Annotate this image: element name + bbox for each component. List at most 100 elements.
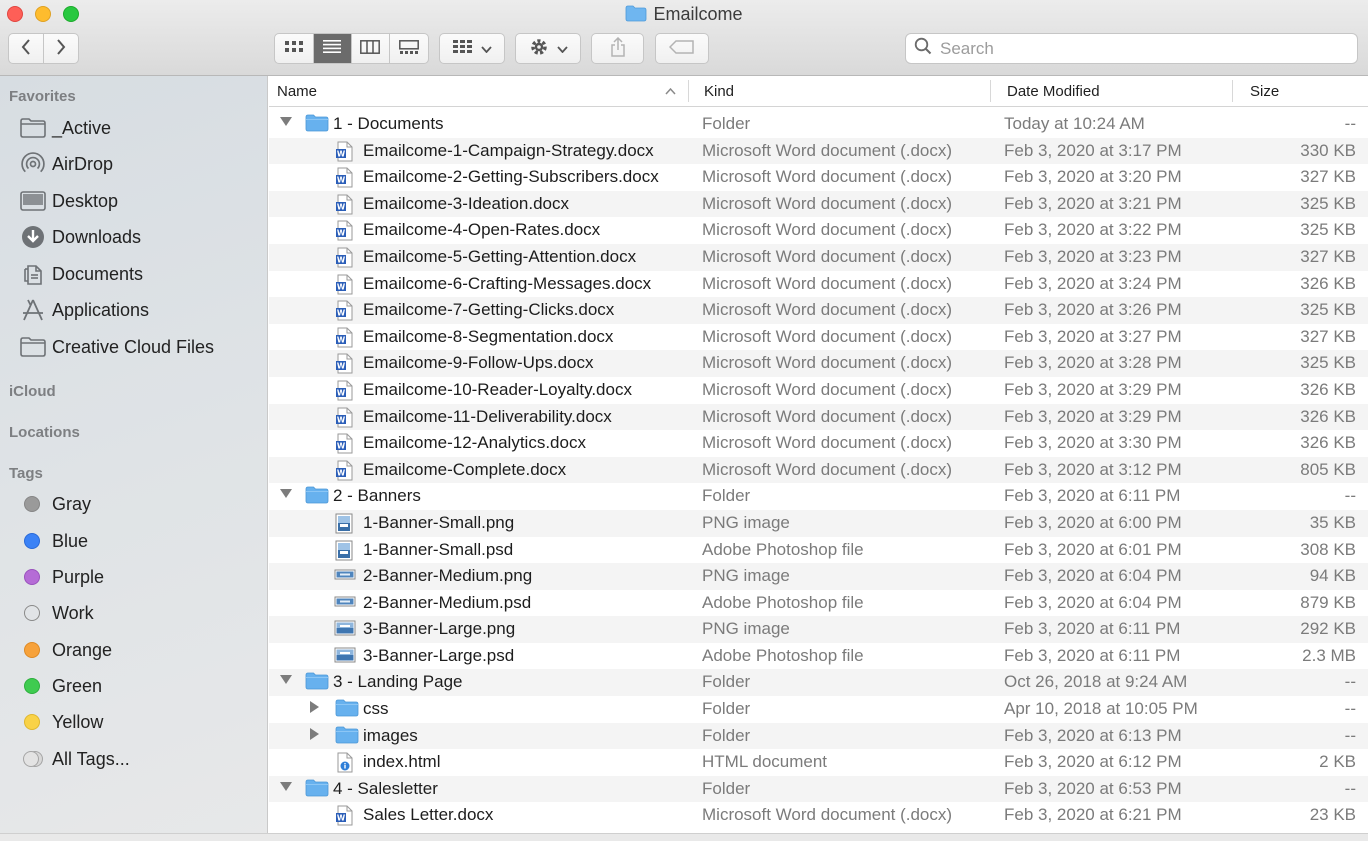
file-row[interactable]: W Emailcome-7-Getting-Clicks.docx Microsof… — [269, 297, 1368, 324]
sidebar-item-airdrop[interactable]: AirDrop — [20, 149, 113, 179]
file-row[interactable]: W Emailcome-9-Follow-Ups.docx Microsoft Wo… — [269, 350, 1368, 377]
sidebar-item-documents[interactable]: Documents — [20, 259, 143, 289]
file-row[interactable]: W Emailcome-1-Campaign-Strategy.docx Micro… — [269, 137, 1368, 165]
folder-row[interactable]: 2 - Banners Folder Feb 3, 2020 at 6:11 PM -… — [269, 483, 1368, 510]
folder-row[interactable]: css Folder Apr 10, 2018 at 10:05 PM -- — [269, 696, 1368, 723]
disclosure-triangle-closed-icon[interactable] — [310, 701, 320, 716]
file-row[interactable]: 2-Banner-Medium.png PNG image Feb 3, 2020 … — [269, 563, 1368, 590]
tag-label: Blue — [52, 530, 89, 551]
item-name: 1-Banner-Small.png — [363, 512, 515, 532]
item-date-modified: Feb 3, 2020 at 6:12 PM — [1004, 752, 1182, 772]
file-row[interactable]: index.html HTML document Feb 3, 2020 at 6:… — [269, 749, 1368, 776]
item-name: Emailcome-Complete.docx — [363, 459, 567, 479]
sidebar-heading-locations[interactable]: Locations — [9, 424, 80, 441]
tag-blue[interactable]: Blue — [20, 526, 88, 556]
file-row[interactable]: 1-Banner-Small.png PNG image Feb 3, 2020 a… — [269, 509, 1368, 537]
folder-row[interactable]: 3 - Landing Page Folder Oct 26, 2018 at 9:… — [269, 669, 1368, 697]
search-icon — [914, 37, 932, 60]
folder-row[interactable]: 4 - Salesletter Folder Feb 3, 2020 at 6:53… — [269, 775, 1368, 803]
icon-view-button[interactable] — [276, 34, 314, 63]
gallery-view-button[interactable] — [390, 34, 428, 63]
column-view-button[interactable] — [352, 34, 390, 63]
item-name: 2 - Banners — [333, 486, 421, 506]
forward-button[interactable] — [44, 34, 79, 63]
desktop-icon — [20, 190, 46, 212]
word-document-icon: W — [335, 300, 353, 326]
action-menu-button[interactable] — [515, 33, 581, 64]
disclosure-triangle-open-icon[interactable] — [280, 116, 292, 130]
edit-tags-button[interactable] — [655, 33, 709, 64]
tag-orange[interactable]: Orange — [20, 635, 112, 665]
file-row[interactable]: 2-Banner-Medium.psd Adobe Photoshop file F… — [269, 590, 1368, 617]
disclosure-triangle-open-icon[interactable] — [280, 674, 292, 688]
column-divider[interactable] — [1232, 80, 1233, 102]
file-row[interactable]: W Emailcome-5-Getting-Attention.docx Micro… — [269, 243, 1368, 271]
item-date-modified: Oct 26, 2018 at 9:24 AM — [1004, 672, 1188, 692]
file-row[interactable]: W Emailcome-Complete.docx Microsoft Word d… — [269, 456, 1368, 484]
file-row[interactable]: 3-Banner-Large.png PNG image Feb 3, 2020 a… — [269, 616, 1368, 643]
file-row[interactable]: W Emailcome-4-Open-Rates.docx Microsoft Wo… — [269, 217, 1368, 244]
tag-gray[interactable]: Gray — [20, 489, 91, 519]
tag-label: Gray — [52, 493, 92, 514]
item-name: 1-Banner-Small.psd — [363, 539, 514, 559]
list-view-button[interactable] — [313, 34, 352, 63]
column-name-header[interactable]: Name — [277, 83, 317, 100]
tag-green[interactable]: Green — [20, 671, 102, 701]
sidebar-item-desktop[interactable]: Desktop — [20, 186, 118, 216]
column-size-header[interactable]: Size — [1250, 83, 1279, 100]
column-date-modified-header[interactable]: Date Modified — [1007, 83, 1100, 100]
item-name: Emailcome-3-Ideation.docx — [363, 193, 569, 213]
tag-work[interactable]: Work — [20, 598, 94, 628]
sidebar-heading-tags[interactable]: Tags — [9, 465, 43, 482]
file-row[interactable]: W Emailcome-12-Analytics.docx Microsoft Wo… — [269, 430, 1368, 457]
disclosure-triangle-open-icon[interactable] — [280, 781, 292, 795]
share-button[interactable] — [591, 33, 644, 64]
item-size: 2 KB — [1319, 752, 1356, 772]
sidebar-item-label: Desktop — [52, 190, 119, 211]
file-row[interactable]: W Emailcome-11-Deliverability.docx Microso… — [269, 403, 1368, 431]
list-icon — [323, 40, 341, 57]
back-button[interactable] — [9, 34, 44, 63]
item-size: 326 KB — [1300, 406, 1356, 426]
tag-purple[interactable]: Purple — [20, 562, 104, 592]
work-tag-dot-icon — [24, 605, 40, 621]
sidebar-heading-icloud[interactable]: iCloud — [9, 383, 56, 400]
column-divider[interactable] — [688, 80, 689, 102]
disclosure-triangle-open-icon[interactable] — [280, 488, 292, 502]
sidebar-item-label: Downloads — [52, 226, 142, 247]
item-date-modified: Feb 3, 2020 at 3:26 PM — [1004, 300, 1182, 320]
folder-row[interactable]: 1 - Documents Folder Today at 10:24 AM -- — [269, 111, 1368, 138]
item-kind: Folder — [702, 672, 751, 692]
tag-all-tags[interactable]: All Tags... — [20, 744, 130, 774]
tag-yellow[interactable]: Yellow — [20, 707, 103, 737]
file-row[interactable]: W Emailcome-8-Segmentation.docx Microsoft … — [269, 324, 1368, 351]
file-row[interactable]: W Emailcome-2-Getting-Subscribers.docx Mic… — [269, 164, 1368, 191]
sidebar-item-applications[interactable]: Applications — [20, 295, 149, 325]
column-divider[interactable] — [990, 80, 991, 102]
file-row[interactable]: W Sales Letter.docx Microsoft Word documen… — [269, 802, 1368, 829]
column-kind-header[interactable]: Kind — [704, 83, 734, 100]
folder-row[interactable]: images Folder Feb 3, 2020 at 6:13 PM -- — [269, 722, 1368, 750]
sidebar-item-active[interactable]: _Active — [20, 113, 111, 143]
item-kind: Microsoft Word document (.docx) — [702, 459, 953, 479]
group-by-button[interactable] — [439, 33, 505, 64]
item-date-modified: Feb 3, 2020 at 3:12 PM — [1004, 459, 1182, 479]
file-row[interactable]: W Emailcome-3-Ideation.docx Microsoft Word… — [269, 190, 1368, 218]
item-date-modified: Feb 3, 2020 at 3:20 PM — [1004, 167, 1182, 187]
sidebar-item-downloads[interactable]: Downloads — [20, 222, 141, 252]
item-size: -- — [1344, 114, 1356, 133]
sidebar-item-creative-cloud-files[interactable]: Creative Cloud Files — [20, 332, 214, 362]
disclosure-triangle-closed-icon[interactable] — [310, 727, 320, 743]
search-field[interactable]: Search — [905, 33, 1358, 64]
item-size: -- — [1344, 699, 1356, 719]
item-size: 327 KB — [1300, 326, 1356, 346]
file-row[interactable]: W Emailcome-10-Reader-Loyalty.docx Microso… — [269, 377, 1368, 404]
item-size: 326 KB — [1300, 273, 1356, 293]
word-document-icon: W — [335, 274, 353, 300]
item-name: Emailcome-9-Follow-Ups.docx — [363, 353, 594, 373]
file-row[interactable]: W Emailcome-6-Crafting-Messages.docx Micro… — [269, 271, 1368, 298]
item-name: 2-Banner-Medium.png — [363, 566, 533, 586]
item-date-modified: Feb 3, 2020 at 6:11 PM — [1004, 619, 1181, 639]
file-row[interactable]: 3-Banner-Large.psd Adobe Photoshop file Fe… — [269, 643, 1368, 670]
file-row[interactable]: 1-Banner-Small.psd Adobe Photoshop file Fe… — [269, 537, 1368, 564]
